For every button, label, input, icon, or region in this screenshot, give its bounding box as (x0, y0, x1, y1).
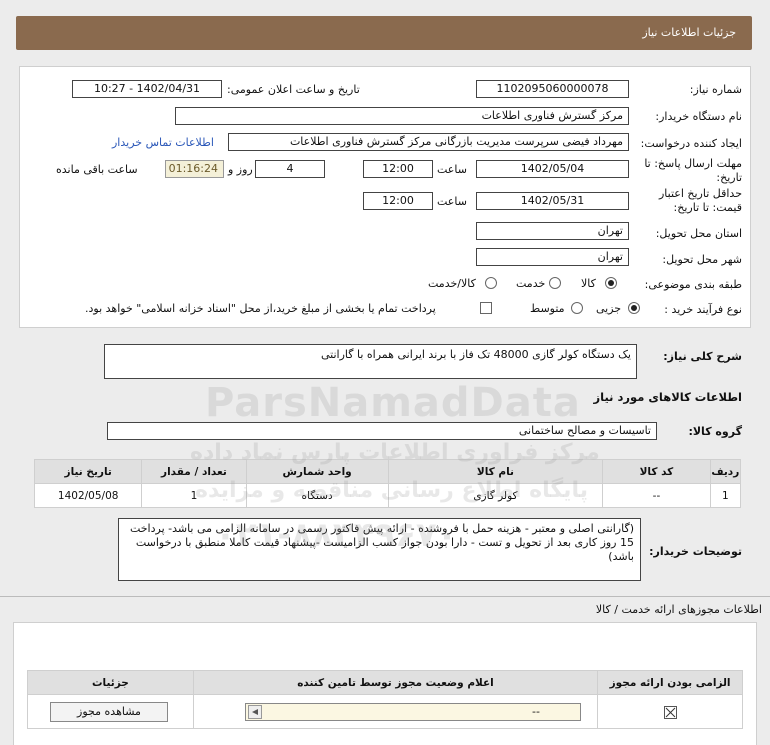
category-option-service: خدمت (516, 277, 546, 290)
contact-info-link[interactable]: اطلاعات تماس خریدار (112, 136, 214, 149)
validity-label-2: قیمت: تا تاریخ: (673, 201, 742, 214)
days-field: 4 (255, 160, 325, 178)
goods-table: ردیف کد کالا نام کالا واحد شمارش تعداد /… (33, 459, 742, 508)
city-label: شهر محل تحویل: (662, 253, 742, 266)
goods-group-label: گروه کالا: (688, 425, 742, 438)
license-status-select[interactable]: -- (245, 703, 581, 721)
city-field: تهران (476, 248, 629, 266)
cell-row-number: 1 (709, 483, 742, 508)
validity-time-label: ساعت (437, 195, 467, 208)
buyer-notes-field: (گارانتی اصلی و معتبر - هزینه حمل با فرو… (118, 518, 641, 581)
table-row: 1 -- کولر گازی دستگاه 1 1402/05/08 (33, 483, 742, 508)
process-option-minor: جزیی (596, 302, 622, 315)
cross-icon (665, 707, 676, 718)
cell-name: کولر گازی (387, 483, 604, 508)
deadline-time-field: 12:00 (363, 160, 433, 178)
description-label: شرح کلی نیاز: (663, 350, 742, 363)
view-license-button[interactable]: مشاهده مجوز (50, 702, 168, 722)
category-option-goods: کالا (581, 277, 596, 290)
validity-date-field: 1402/05/31 (476, 192, 629, 210)
goods-section-title: اطلاعات کالاهای مورد نیاز (593, 390, 742, 404)
buyer-org-field: مرکز گسترش فناوری اطلاعات (175, 107, 629, 125)
category-label: طبقه بندی موضوعی: (644, 278, 742, 291)
validity-label: حداقل تاریخ اعتبار (658, 187, 742, 200)
treasury-note: پرداخت تمام یا بخشی از مبلغ خرید،از محل … (85, 302, 436, 315)
days-label: روز و (228, 163, 253, 176)
validity-time-field: 12:00 (363, 192, 433, 210)
process-label: نوع فرآیند خرید : (664, 303, 742, 316)
col-header-qty: تعداد / مقدار (141, 459, 247, 484)
category-option-goods-service: کالا/خدمت (428, 277, 476, 290)
requester-field: مهرداد فیضی سرپرست مدیریت بازرگانی مرکز … (228, 133, 629, 151)
section-divider (0, 596, 770, 597)
deadline-time-label: ساعت (437, 163, 467, 176)
buyer-notes-label: توضیحات خریدار: (649, 545, 742, 558)
license-required-checkbox[interactable] (664, 706, 677, 719)
process-radio-medium[interactable] (571, 302, 583, 314)
col-header-code: کد کالا (602, 459, 711, 484)
cell-date: 1402/05/08 (33, 483, 143, 508)
need-number-label: شماره نیاز: (689, 83, 742, 96)
description-field: یک دستگاه کولر گازی 48000 تک فاز با برند… (104, 344, 637, 379)
province-label: استان محل تحویل: (655, 227, 742, 240)
deadline-label: مهلت ارسال پاسخ: تا (644, 157, 742, 170)
license-status-value: -- (532, 705, 540, 718)
cell-qty: 1 (141, 483, 247, 508)
col-header-date: تاریخ نیاز (33, 459, 143, 484)
deadline-date-field: 1402/05/04 (476, 160, 629, 178)
announce-label: تاریخ و ساعت اعلان عمومی: (227, 83, 360, 96)
licenses-title: اطلاعات مجوزهای ارائه خدمت / کالا (595, 603, 762, 616)
lic-col-required: الزامی بودن ارائه مجوز (597, 670, 743, 695)
announce-field: 1402/04/31 - 10:27 (72, 80, 222, 98)
col-header-unit: واحد شمارش (245, 459, 389, 484)
page-header: جزئیات اطلاعات نیاز (16, 16, 752, 50)
requester-label: ایجاد کننده درخواست: (640, 137, 742, 150)
treasury-checkbox[interactable] (480, 302, 492, 314)
cell-code: -- (602, 483, 711, 508)
col-header-name: نام کالا (387, 459, 604, 484)
page-title: جزئیات اطلاعات نیاز (642, 26, 736, 39)
category-radio-goods-service[interactable] (485, 277, 497, 289)
dropdown-arrow-icon (248, 705, 262, 719)
watermark-brand: ParsNamadData (205, 380, 581, 426)
category-radio-service[interactable] (549, 277, 561, 289)
category-radio-goods[interactable] (605, 277, 617, 289)
remaining-label: ساعت باقی مانده (56, 163, 138, 176)
process-radio-minor[interactable] (628, 302, 640, 314)
lic-col-details: جزئیات (27, 670, 194, 695)
cell-unit: دستگاه (245, 483, 389, 508)
deadline-label-2: تاریخ: (716, 171, 742, 184)
goods-group-field: تاسیسات و مصالح ساختمانی (107, 422, 657, 440)
process-option-medium: متوسط (530, 302, 565, 315)
province-field: تهران (476, 222, 629, 240)
lic-col-status: اعلام وضعیت مجوز توسط تامین کننده (192, 670, 599, 695)
buyer-org-label: نام دستگاه خریدار: (655, 110, 742, 123)
need-number-field: 1102095060000078 (476, 80, 629, 98)
col-header-row: ردیف (709, 459, 742, 484)
remaining-time-field: 01:16:24 (165, 160, 224, 178)
